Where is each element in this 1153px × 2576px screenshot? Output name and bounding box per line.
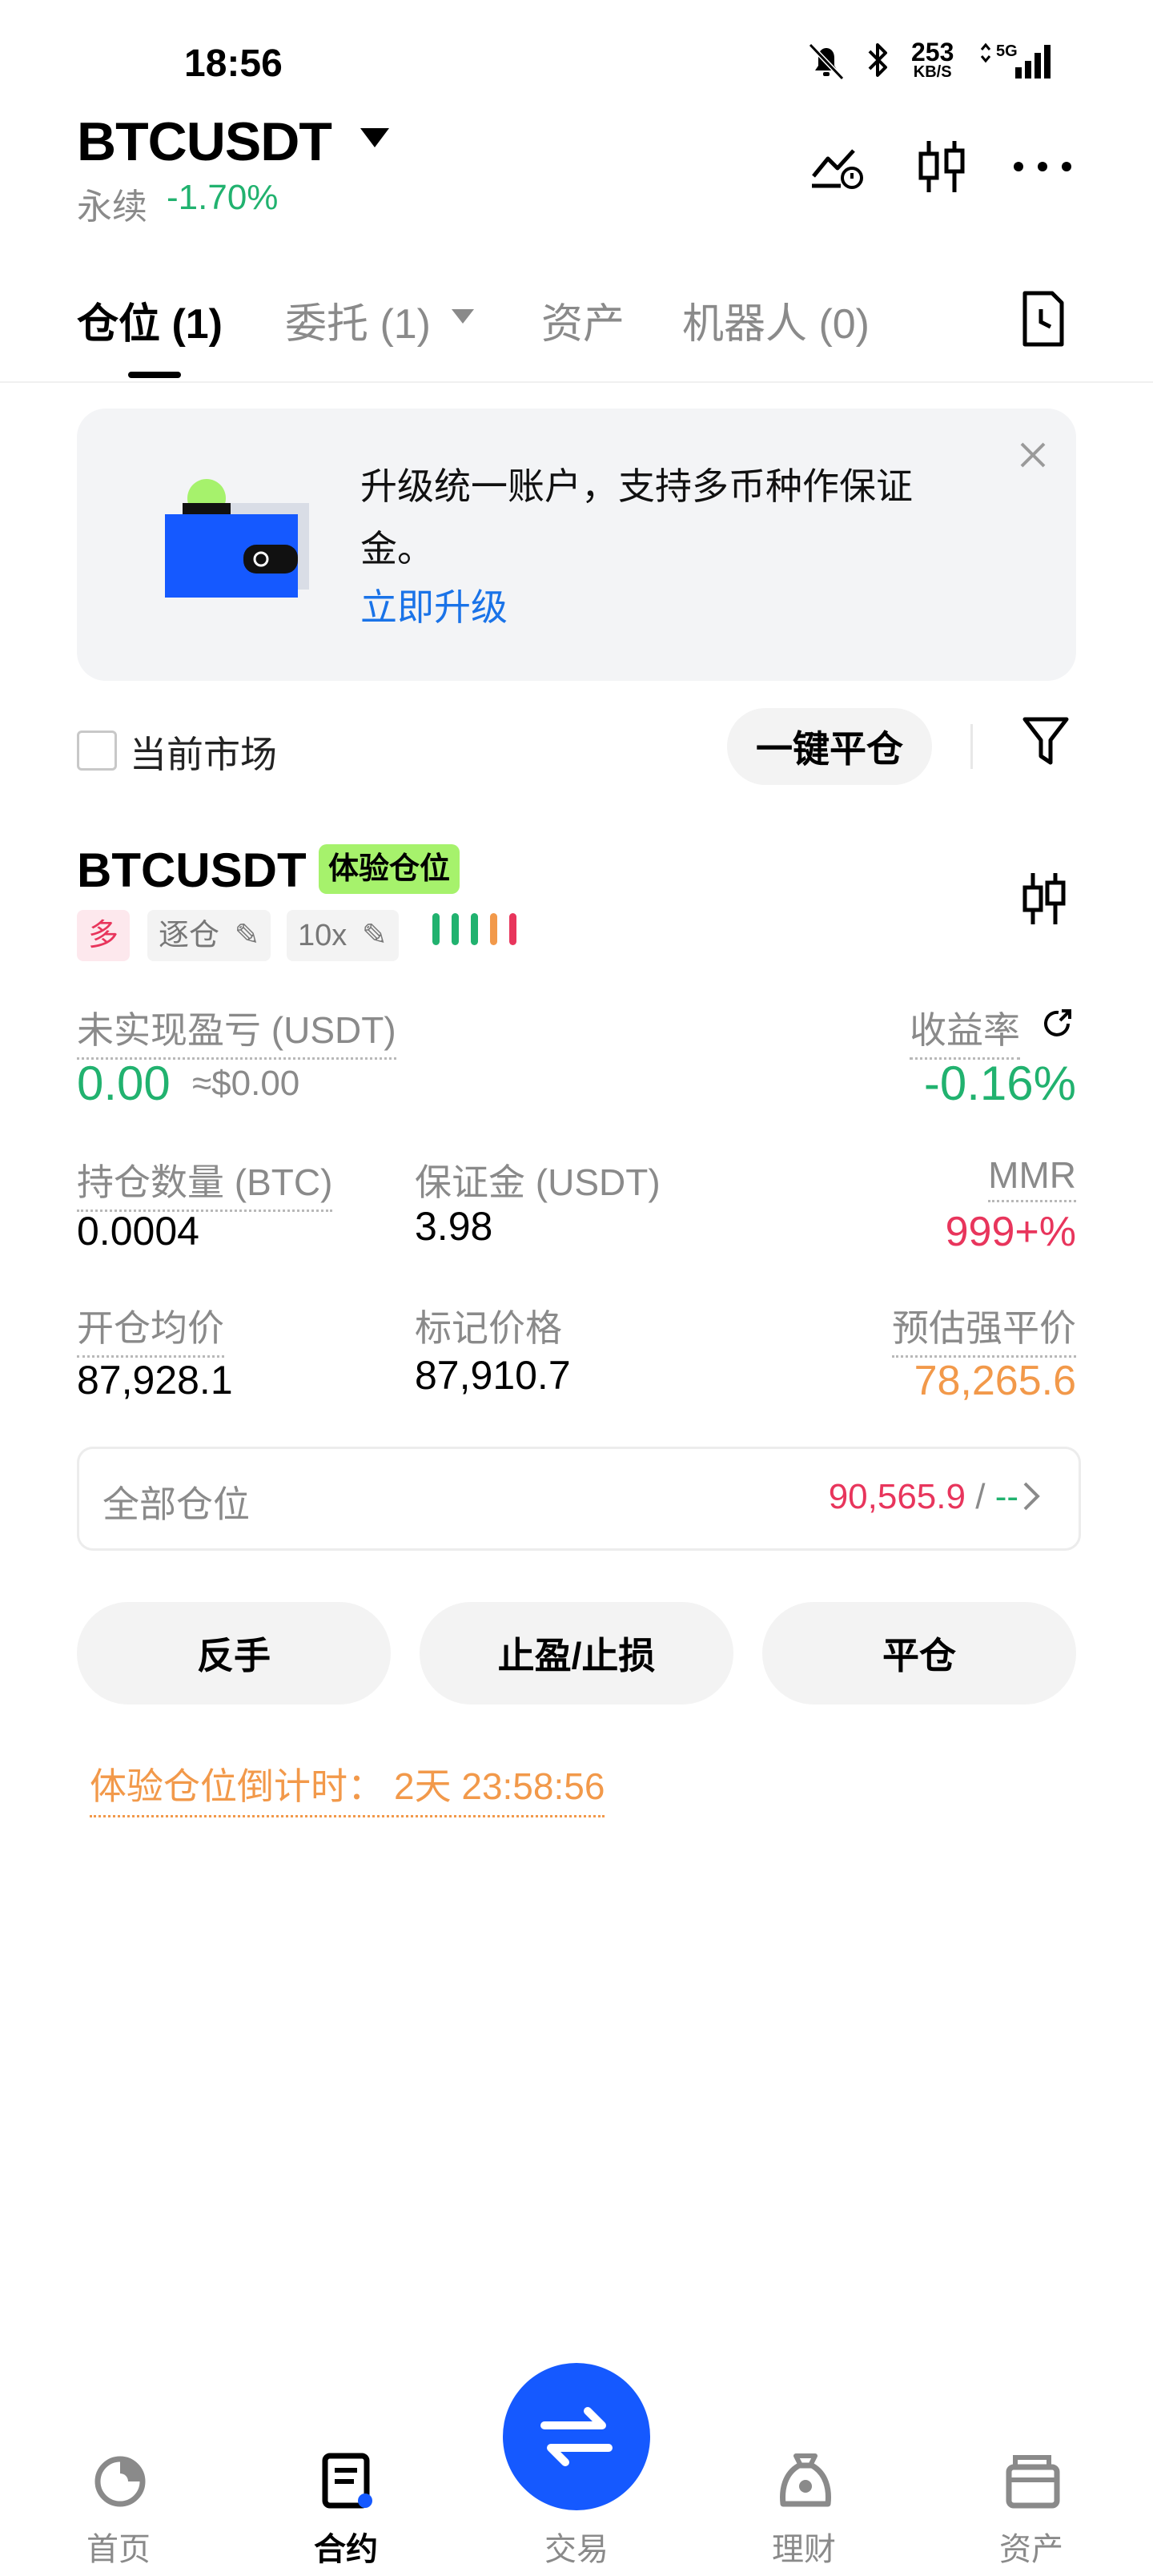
countdown-value: 2天 23:58:56 (394, 1765, 605, 1807)
signal-5g-icon: 5G (980, 42, 1051, 78)
finance-icon (780, 2453, 831, 2507)
margin-mode-chip[interactable]: 逐仓 ✎ (147, 910, 271, 961)
tab-orders-caret-icon[interactable] (452, 309, 474, 324)
position-size-label[interactable]: 持仓数量 (BTC) (77, 1153, 333, 1212)
nav-finance-label: 理财 (772, 2532, 836, 2567)
all-positions-sep: / (975, 1477, 986, 1516)
symbol-title[interactable]: BTCUSDT (77, 111, 332, 173)
tab-assets[interactable]: 资产 (541, 290, 625, 350)
nav-home-label: 首页 (86, 2532, 151, 2567)
tp-sl-button[interactable]: 止盈/止损 (420, 1602, 733, 1705)
nav-assets-label: 资产 (999, 2532, 1063, 2567)
trade-fab-button[interactable] (503, 2363, 650, 2510)
net-speed: 253 KB/S (911, 38, 954, 81)
side-long-chip: 多 (77, 910, 131, 961)
filter-icon[interactable] (1020, 713, 1071, 769)
close-icon[interactable] (1017, 439, 1049, 471)
share-icon[interactable] (1041, 1006, 1076, 1041)
edit-pencil-icon: ✎ (361, 919, 388, 952)
mute-bell-icon (808, 42, 845, 81)
bluetooth-icon (868, 43, 887, 77)
margin-mode-label: 逐仓 (159, 919, 220, 952)
close-position-button[interactable]: 平仓 (762, 1602, 1076, 1705)
position-size-value: 0.0004 (77, 1209, 199, 1254)
risk-bar (509, 913, 516, 945)
tab-orders[interactable]: 委托 (1) (285, 290, 431, 350)
wallet-illustration-icon (165, 479, 309, 598)
countdown-label: 体验仓位倒计时： (90, 1765, 384, 1807)
price-change: -1.70% (167, 178, 279, 217)
unrealized-pnl-label[interactable]: 未实现盈亏 (USDT) (77, 1001, 396, 1060)
reverse-button[interactable]: 反手 (77, 1602, 391, 1705)
liq-price-value: 78,265.6 (914, 1358, 1076, 1404)
mark-price-value: 87,910.7 (415, 1353, 571, 1398)
upgrade-now-link[interactable]: 立即升级 (360, 578, 508, 631)
contract-icon (322, 2453, 372, 2509)
close-all-button[interactable]: 一键平仓 (727, 708, 932, 785)
edit-pencil-icon: ✎ (234, 919, 260, 952)
nav-trade-label: 交易 (544, 2532, 609, 2567)
tabs-divider (0, 381, 1153, 383)
liq-price-label[interactable]: 预估强平价 (892, 1299, 1076, 1358)
mmr-value: 999+% (945, 1209, 1076, 1255)
history-icon[interactable] (1017, 288, 1068, 349)
trial-countdown[interactable]: 体验仓位倒计时： 2天 23:58:56 (90, 1757, 605, 1817)
margin-value: 3.98 (415, 1204, 493, 1249)
risk-bar (432, 913, 440, 945)
all-positions-values: 90,565.9 / -- (829, 1477, 1018, 1517)
banner-message: 升级统一账户，支持多币种作保证金。 (360, 465, 913, 570)
symbol-dropdown-caret-icon[interactable] (360, 128, 389, 147)
roe-value: -0.16% (923, 1057, 1076, 1110)
nav-contract-label: 合约 (314, 2532, 378, 2567)
swap-icon (540, 2407, 613, 2466)
mark-price-label: 标记价格 (415, 1307, 562, 1349)
mmr-label[interactable]: MMR (988, 1153, 1076, 1202)
home-icon (94, 2456, 146, 2507)
wallet-icon (1006, 2455, 1060, 2509)
risk-bar (452, 913, 459, 945)
all-positions-label: 全部仓位 (102, 1483, 250, 1525)
current-market-label: 当前市场 (130, 734, 277, 775)
entry-price-value: 87,928.1 (77, 1358, 233, 1403)
entry-price-label[interactable]: 开仓均价 (77, 1299, 224, 1358)
unrealized-pnl-value: 0.00 (77, 1057, 171, 1110)
chevron-right-icon[interactable] (1020, 1480, 1044, 1512)
candlestick-chart-icon[interactable] (913, 136, 970, 197)
position-chart-icon[interactable] (1018, 868, 1070, 929)
risk-bar (490, 913, 497, 945)
all-positions-value: 90,565.9 (828, 1477, 966, 1516)
divider (970, 724, 973, 769)
leverage-label: 10x (298, 919, 348, 952)
price-alert-icon[interactable] (809, 141, 866, 192)
trial-position-badge: 体验仓位 (319, 844, 460, 894)
position-symbol[interactable]: BTCUSDT (77, 843, 307, 898)
leverage-chip[interactable]: 10x ✎ (287, 910, 399, 961)
margin-label: 保证金 (USDT) (415, 1161, 661, 1203)
contract-type: 永续 (77, 187, 147, 227)
current-market-checkbox[interactable] (77, 731, 117, 771)
roe-label[interactable]: 收益率 (910, 1001, 1020, 1060)
more-menu-icon[interactable] (1010, 157, 1075, 176)
unrealized-pnl-usd: ≈$0.00 (192, 1064, 300, 1103)
status-time: 18:56 (184, 42, 283, 85)
tab-positions[interactable]: 仓位 (1) (77, 290, 223, 350)
all-positions-alt: -- (994, 1477, 1018, 1516)
tab-bots[interactable]: 机器人 (0) (682, 290, 870, 350)
active-tab-indicator (128, 372, 181, 378)
svg-text:5G: 5G (996, 42, 1018, 60)
risk-bar (471, 913, 478, 945)
